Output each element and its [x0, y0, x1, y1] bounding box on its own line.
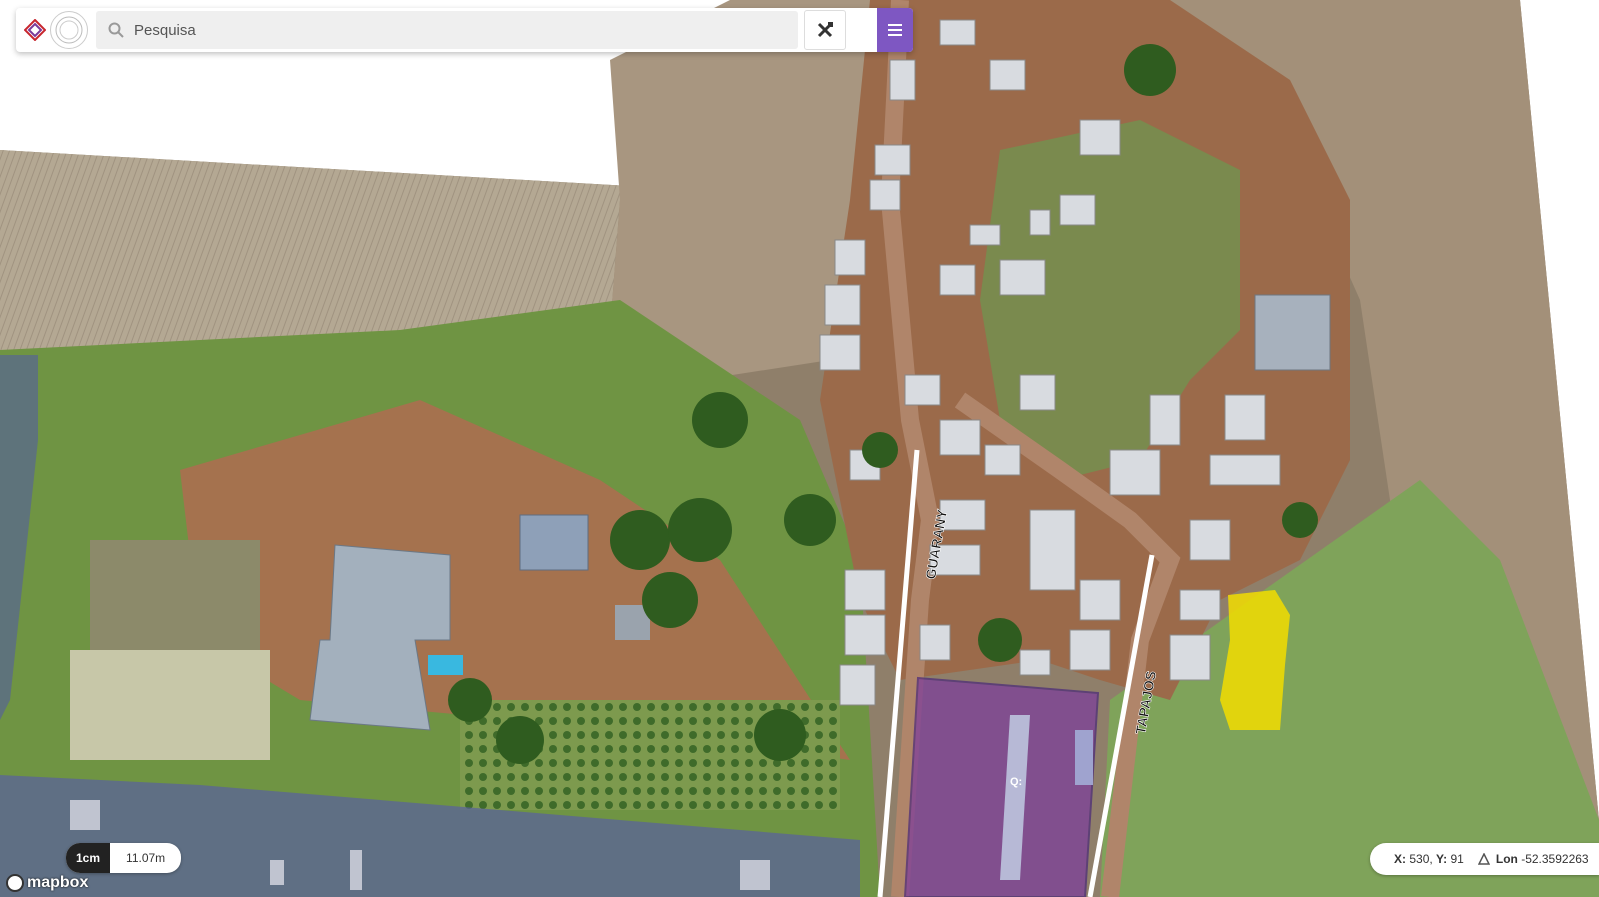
- seal-icon: [50, 11, 88, 49]
- coordinate-readout: X: 530, Y: 91 Lon -52.3592263: [1370, 843, 1599, 875]
- x-label: X:: [1394, 852, 1406, 866]
- x-value: 530,: [1409, 852, 1433, 866]
- scale-value: 11.07m: [126, 851, 166, 865]
- mapbox-icon: [6, 874, 24, 892]
- mapbox-logo[interactable]: mapbox: [6, 874, 88, 892]
- parcel-label: Q:: [1010, 776, 1022, 788]
- triangle-icon: [1477, 853, 1490, 865]
- logo-icon[interactable]: [20, 15, 50, 45]
- mapbox-text: mapbox: [27, 874, 89, 891]
- search-box: [96, 11, 798, 49]
- menu-button[interactable]: [877, 8, 913, 52]
- map-canvas[interactable]: GUARANY TAPAJOS Q:: [0, 0, 1599, 897]
- pixel-coords: X: 530, Y: 91: [1394, 852, 1464, 866]
- y-label: Y:: [1436, 852, 1448, 866]
- search-icon: [108, 22, 124, 38]
- hamburger-menu-icon: [888, 24, 902, 36]
- top-toolbar: [16, 8, 913, 52]
- ruler-pencil-icon: [817, 22, 833, 38]
- scale-unit: 1cm: [66, 843, 111, 873]
- lon-value: -52.3592263: [1521, 852, 1589, 866]
- measure-tools-button[interactable]: [804, 10, 846, 50]
- scale-indicator: 1cm 11.07m: [66, 843, 182, 873]
- lon-label: Lon: [1495, 852, 1518, 866]
- y-value: 91: [1450, 852, 1464, 866]
- search-input[interactable]: [132, 20, 736, 40]
